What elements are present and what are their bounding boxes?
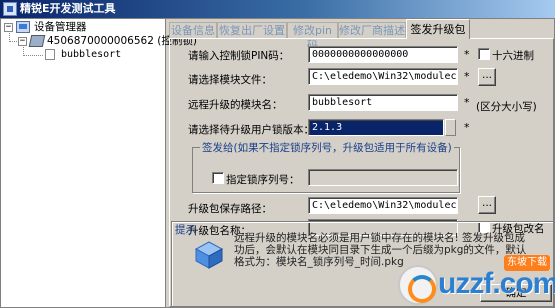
specify-serial-label: 指定锁序列号： — [226, 174, 300, 186]
watermark-text: uzzf.com — [438, 267, 555, 300]
hex-checkbox[interactable] — [478, 48, 490, 60]
tree-item-device-manager[interactable]: 设备管理器 — [34, 20, 87, 34]
case-note: (区分大小写) — [476, 101, 537, 113]
watermark-circle-icon — [398, 265, 438, 305]
title-bar: 精锐E开发测试工具 — [0, 0, 555, 18]
sign-to-group-title: 签发给(如果不指定锁序列号，升级包适用于所有设备) — [200, 140, 454, 155]
tab-device-info[interactable]: 设备信息 — [169, 22, 217, 38]
required-mark: * — [464, 121, 470, 134]
tab-sign-package[interactable]: 签发升级包 — [406, 19, 470, 39]
pin-input[interactable]: 0000000000000000 — [308, 46, 458, 63]
tree-connector — [23, 55, 43, 56]
app-icon — [3, 2, 17, 16]
info-cube-icon — [194, 240, 224, 270]
tab-vendor-desc[interactable]: 修改厂商描述 — [338, 22, 406, 38]
browse-module-button[interactable]: ... — [478, 68, 496, 86]
tree-item-module[interactable]: bubblesort — [61, 48, 121, 62]
usb-key-icon — [28, 35, 46, 47]
lock-version-dropdown[interactable] — [445, 119, 456, 136]
hex-label: 十六进制 — [492, 50, 534, 62]
lock-version-label: 请选择待升级用户锁版本： — [188, 124, 314, 136]
tab-factory-reset[interactable]: 恢复出厂设置 — [217, 22, 287, 38]
serial-input[interactable] — [308, 169, 458, 186]
save-path-input[interactable]: C:\eledemo\Win32\modulecode\ — [308, 197, 458, 214]
module-file-input[interactable]: C:\eledemo\Win32\modulecode\bub — [308, 68, 458, 85]
collapse-device-icon[interactable]: − — [18, 37, 27, 46]
module-file-icon — [45, 49, 55, 60]
device-tree[interactable]: − 设备管理器 − 4506870000006562 (控制锁) bubbles… — [1, 19, 197, 307]
required-mark: * — [464, 70, 470, 83]
main-window: − 设备管理器 − 4506870000006562 (控制锁) bubbles… — [0, 18, 555, 308]
watermark-badge: 东坡下载 — [504, 255, 550, 271]
remote-module-label: 远程升级的模块名： — [188, 99, 283, 111]
watermark-logo: uzzf.com 东坡下载 — [396, 255, 555, 307]
tab-change-pin[interactable]: 修改pin码 — [287, 22, 338, 52]
lock-version-select[interactable]: 2.1.3 — [308, 119, 444, 136]
save-path-label: 升级包保存路径： — [188, 203, 272, 215]
specify-serial-checkbox[interactable] — [212, 172, 224, 184]
window-title: 精锐E开发测试工具 — [20, 2, 116, 15]
computer-icon — [16, 21, 30, 33]
pin-label: 请输入控制锁PIN码： — [188, 50, 290, 62]
required-mark: * — [464, 96, 470, 109]
browse-save-path-button[interactable]: ... — [478, 196, 496, 214]
required-mark: * — [464, 48, 470, 61]
remote-module-input[interactable]: bubblesort — [308, 94, 458, 111]
module-file-label: 请选择模块文件： — [188, 74, 272, 86]
tip-title: 提示 — [175, 224, 196, 236]
collapse-root-icon[interactable]: − — [4, 23, 13, 32]
